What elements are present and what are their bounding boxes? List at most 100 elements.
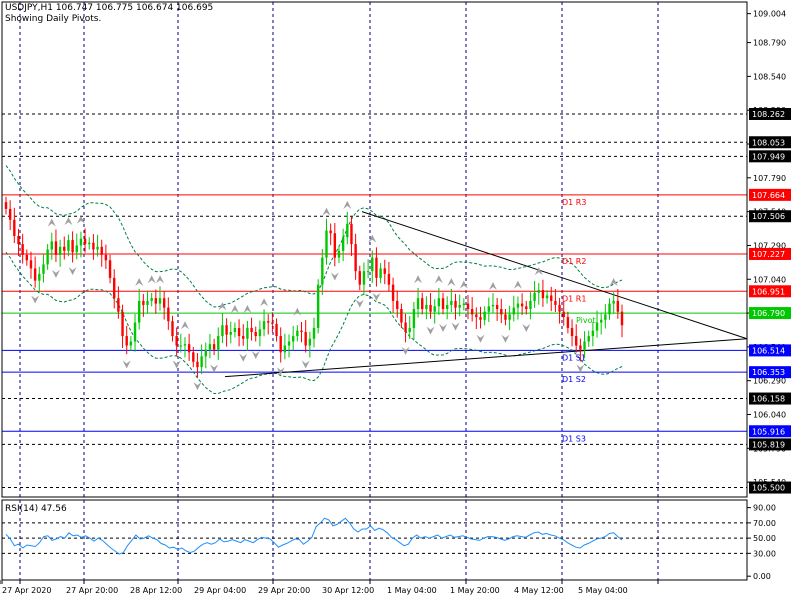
- candle-body: [33, 268, 37, 281]
- candle-body: [437, 298, 441, 307]
- candle-body: [516, 303, 520, 308]
- candle-body: [104, 254, 108, 261]
- fractal-up-marker: [243, 305, 252, 314]
- candle-body: [117, 298, 120, 312]
- rsi-tick-label: 30.00: [753, 549, 776, 558]
- candle-body: [575, 336, 578, 346]
- fractal-up-marker: [180, 321, 189, 330]
- candle-body: [379, 268, 382, 278]
- candle-body: [229, 332, 232, 335]
- dotted-level-label: 105.819: [752, 440, 785, 449]
- candle-body: [599, 319, 603, 323]
- fractal-down-marker: [276, 367, 285, 376]
- candle-body: [4, 202, 8, 209]
- pivot-value-label: 107.227: [752, 250, 785, 259]
- dotted-level-label: 108.053: [752, 138, 785, 147]
- candle-body: [42, 264, 45, 274]
- candle-body: [504, 314, 507, 320]
- candle-body: [108, 260, 112, 278]
- candle-body: [429, 304, 432, 312]
- pivot-name-label: D1 S1: [562, 353, 586, 362]
- time-tick-label: 1 May 04:00: [387, 586, 437, 595]
- candle-body: [595, 322, 599, 331]
- candle-body: [466, 303, 470, 310]
- dotted-level-label: 108.262: [752, 110, 785, 119]
- candle-body: [137, 300, 141, 323]
- candle-body: [63, 246, 66, 251]
- candle-body: [346, 223, 349, 238]
- candle-body: [483, 311, 486, 320]
- candle-body: [17, 235, 20, 245]
- candle-body: [92, 242, 95, 250]
- fractal-up-marker: [64, 217, 73, 226]
- candle-body: [171, 321, 174, 337]
- candle-body: [608, 303, 611, 315]
- candle-body: [204, 349, 207, 357]
- candle-body: [71, 240, 74, 253]
- time-tick-label: 28 Apr 12:00: [130, 586, 182, 595]
- candle-body: [412, 309, 416, 328]
- candle-body: [604, 314, 607, 320]
- chart-canvas: D1 R3 D1 R2 D1 R1 Pivot D1 S1 D1 S2 D1 S3 109.…: [0, 1, 791, 595]
- fractal-up-marker: [447, 277, 456, 286]
- rsi-tick-label: 70.00: [753, 519, 776, 528]
- dotted-level-label: 107.949: [752, 152, 785, 161]
- rsi-title: RSI(14) 47.56: [5, 504, 67, 514]
- candle-body: [541, 290, 545, 299]
- trendline: [361, 211, 748, 340]
- rsi-tick-label: 50.00: [753, 534, 776, 543]
- pivot-value-label: 106.951: [752, 287, 785, 296]
- fractal-down-marker: [210, 364, 219, 373]
- fractal-up-marker: [459, 280, 468, 289]
- candle-body: [462, 303, 466, 305]
- candle-body: [512, 307, 515, 315]
- fractal-down-marker: [576, 364, 585, 373]
- candle-body: [445, 304, 449, 310]
- candle-body: [242, 336, 245, 339]
- candle-body: [570, 327, 574, 337]
- fractal-down-marker: [330, 272, 339, 281]
- candle-body: [225, 325, 228, 335]
- candle-body: [566, 317, 570, 328]
- candle-body: [416, 298, 420, 310]
- candle-body: [83, 238, 87, 245]
- fractal-up-marker: [230, 305, 239, 314]
- candle-body: [433, 306, 436, 312]
- candle-body: [479, 317, 482, 320]
- symbol-header: USDJPY,H1 106.747 106.775 106.674 106.69…: [5, 3, 214, 13]
- candle-body: [500, 309, 503, 315]
- fractal-up-marker: [414, 275, 423, 284]
- candle-body: [562, 311, 565, 318]
- candle-body: [113, 277, 116, 299]
- candle-body: [475, 314, 478, 318]
- price-tick-label: 108.790: [753, 39, 786, 48]
- time-tick-label: 1 May 20:00: [450, 586, 500, 595]
- candle-body: [212, 344, 216, 350]
- fractal-down-marker: [172, 360, 181, 369]
- pivot-name-label: D1 R1: [562, 294, 586, 303]
- price-tick-label: 107.790: [753, 174, 786, 183]
- candle-body: [271, 322, 274, 324]
- candle-body: [275, 323, 278, 337]
- candle-body: [246, 327, 249, 339]
- candle-body: [100, 246, 103, 255]
- fractal-up-marker: [513, 280, 522, 289]
- candle-body: [142, 300, 145, 305]
- candle-body: [554, 300, 557, 305]
- candle-body: [208, 344, 212, 350]
- candle-body: [158, 298, 162, 304]
- pivot-value-label: 107.664: [752, 191, 785, 200]
- candle-body: [550, 295, 553, 301]
- candle-body: [308, 338, 312, 346]
- fractal-up-marker: [135, 277, 144, 286]
- time-tick-label: 30 Apr 12:00: [322, 586, 374, 595]
- rsi-line: [5, 517, 623, 555]
- candle-body: [217, 336, 220, 350]
- candle-body: [291, 336, 295, 342]
- candle-body: [350, 223, 353, 245]
- candle-body: [21, 244, 24, 255]
- candle-body: [316, 284, 320, 328]
- fractal-down-marker: [451, 322, 460, 331]
- candle-body: [79, 238, 83, 246]
- candle-body: [237, 327, 241, 337]
